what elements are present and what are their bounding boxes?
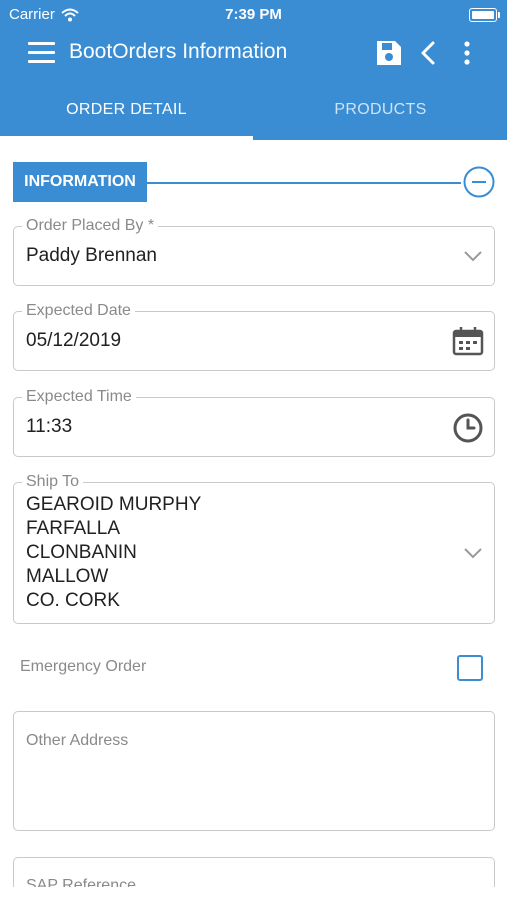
- sap-reference-field[interactable]: SAP Reference: [13, 857, 495, 887]
- ship-to-line: CLONBANIN: [26, 542, 137, 563]
- sap-reference-label: SAP Reference: [26, 877, 136, 887]
- top-bar: Carrier 7:39 PM BootOrders Information O…: [0, 0, 507, 140]
- emergency-order-checkbox[interactable]: [457, 655, 483, 681]
- battery-icon: [469, 8, 500, 22]
- ship-to-select[interactable]: Ship To GEAROID MURPHY FARFALLA CLONBANI…: [13, 472, 495, 624]
- expected-time-field[interactable]: Expected Time 11:33: [13, 387, 495, 457]
- tab-products[interactable]: PRODUCTS: [254, 86, 507, 140]
- ship-to-label: Ship To: [22, 472, 84, 492]
- chevron-down-icon[interactable]: [462, 246, 484, 266]
- ship-to-line: GEAROID MURPHY: [26, 494, 202, 515]
- order-placed-by-label: Order Placed By *: [22, 216, 159, 236]
- status-bar: Carrier 7:39 PM: [0, 0, 507, 28]
- expected-date-label: Expected Date: [22, 301, 135, 321]
- more-vert-icon[interactable]: [452, 38, 482, 68]
- clock-icon[interactable]: [452, 412, 484, 444]
- section-divider: [147, 182, 461, 184]
- ship-to-line: MALLOW: [26, 566, 109, 587]
- save-icon[interactable]: [374, 38, 404, 68]
- app-bar: BootOrders Information: [0, 30, 507, 76]
- other-address-placeholder: Other Address: [26, 732, 129, 749]
- information-section-header: INFORMATION: [13, 162, 495, 202]
- tab-order-detail[interactable]: ORDER DETAIL: [0, 86, 253, 140]
- order-placed-by-value: Paddy Brennan: [26, 245, 157, 266]
- expected-time-label: Expected Time: [22, 387, 136, 407]
- tab-active-indicator: [0, 136, 253, 140]
- other-address-textarea[interactable]: Other Address: [13, 711, 495, 831]
- ship-to-line: FARFALLA: [26, 518, 120, 539]
- sap-reference-clip: SAP Reference: [0, 855, 507, 887]
- chevron-down-icon[interactable]: [462, 543, 484, 563]
- status-time: 7:39 PM: [225, 6, 282, 23]
- ship-to-line: CO. CORK: [26, 590, 120, 611]
- hamburger-menu-icon[interactable]: [28, 42, 55, 64]
- page-title: BootOrders Information: [69, 40, 288, 63]
- collapse-minus-icon[interactable]: [463, 166, 495, 198]
- expected-date-value: 05/12/2019: [26, 330, 122, 351]
- emergency-order-label: Emergency Order: [20, 658, 147, 675]
- back-chevron-icon[interactable]: [414, 38, 444, 68]
- order-placed-by-select[interactable]: Order Placed By * Paddy Brennan: [13, 216, 495, 286]
- tab-bar: ORDER DETAIL PRODUCTS: [0, 86, 507, 140]
- ship-to-address: GEAROID MURPHY FARFALLA CLONBANIN MALLOW…: [26, 493, 201, 613]
- expected-date-field[interactable]: Expected Date 05/12/2019: [13, 301, 495, 371]
- calendar-icon[interactable]: [452, 326, 484, 356]
- section-title: INFORMATION: [13, 162, 147, 202]
- expected-time-value: 11:33: [26, 416, 73, 437]
